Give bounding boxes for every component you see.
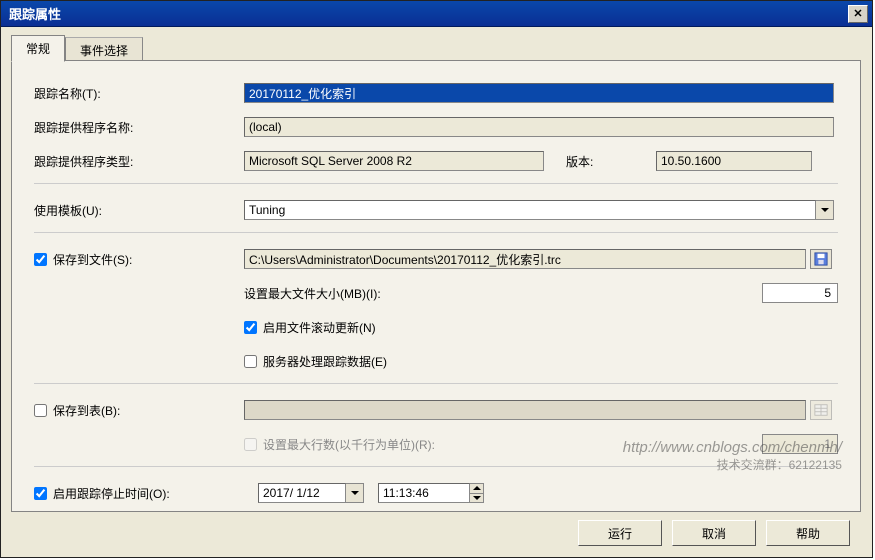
stop-time-input[interactable] [378,483,470,503]
version-field [656,151,812,171]
save-to-file-checkbox[interactable] [34,253,47,266]
max-file-size-label: 设置最大文件大小(MB)(I): [244,285,622,302]
save-to-table-checkbox[interactable] [34,404,47,417]
save-to-table-label: 保存到表(B): [34,402,244,419]
trace-name-label: 跟踪名称(T): [34,85,244,102]
stop-date-input[interactable] [258,483,346,503]
max-rows-label: 设置最大行数(以千行为单位)(R): [263,436,623,453]
tab-strip: 常规 事件选择 [11,35,862,61]
provider-type-field [244,151,544,171]
max-rows-checkbox [244,438,257,451]
separator [34,466,838,467]
table-icon [814,403,828,417]
server-processes-checkbox[interactable] [244,355,257,368]
tab-general[interactable]: 常规 [11,35,65,62]
save-to-file-label: 保存到文件(S): [34,251,244,268]
run-button[interactable]: 运行 [578,520,662,546]
max-rows-input: 1 [762,434,838,454]
chevron-up-icon [473,486,481,490]
provider-type-label: 跟踪提供程序类型: [34,153,244,170]
version-label: 版本: [544,153,656,170]
separator [34,183,838,184]
tab-event-selection[interactable]: 事件选择 [65,37,143,61]
max-file-size-input[interactable]: 5 [762,283,838,303]
cancel-button[interactable]: 取消 [672,520,756,546]
trace-name-input[interactable] [244,83,834,103]
separator [34,383,838,384]
title-bar: 跟踪属性 ✕ [1,1,872,27]
table-name-field [244,400,806,420]
window-title: 跟踪属性 [5,4,848,23]
spin-down-button[interactable] [470,494,483,503]
browse-table-button [810,400,832,420]
enable-stop-time-checkbox[interactable] [34,487,47,500]
chevron-down-icon [351,491,359,495]
spin-up-button[interactable] [470,484,483,494]
dialog-button-bar: 运行 取消 帮助 [11,512,862,550]
template-select[interactable] [244,200,816,220]
chevron-down-icon [473,496,481,500]
enable-rollover-checkbox[interactable] [244,321,257,334]
browse-file-button[interactable] [810,249,832,269]
provider-name-label: 跟踪提供程序名称: [34,119,244,136]
template-dropdown-button[interactable] [816,200,834,220]
stop-time-label: 启用跟踪停止时间(O): [34,485,244,502]
chevron-down-icon [821,208,829,212]
save-icon [814,252,828,266]
date-picker-button[interactable] [346,483,364,503]
provider-name-field [244,117,834,137]
enable-rollover-label: 启用文件滚动更新(N) [263,319,376,336]
close-button[interactable]: ✕ [848,5,868,23]
time-spinner[interactable] [470,483,484,503]
help-button[interactable]: 帮助 [766,520,850,546]
separator [34,232,838,233]
server-processes-label: 服务器处理跟踪数据(E) [263,353,387,370]
use-template-label: 使用模板(U): [34,202,244,219]
tab-panel-general: 跟踪名称(T): 跟踪提供程序名称: 跟踪提供程序类型: 版本: 使用模板(U)… [11,60,861,512]
file-path-field [244,249,806,269]
